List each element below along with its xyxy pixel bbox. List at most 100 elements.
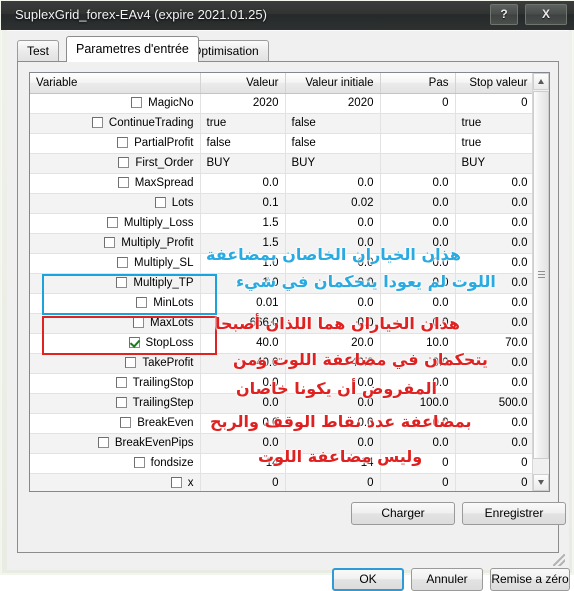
step-cell[interactable]: 0.0: [380, 413, 456, 434]
variable-name-cell[interactable]: MinLots: [30, 293, 201, 314]
value-cell[interactable]: 2020: [200, 93, 286, 114]
initial-value-cell[interactable]: 14: [285, 453, 381, 474]
initial-value-cell[interactable]: false: [285, 133, 381, 154]
stop-value-cell[interactable]: true: [455, 113, 534, 134]
initial-value-cell[interactable]: 20.0: [285, 333, 381, 354]
checkbox-unchecked-icon[interactable]: [136, 297, 148, 308]
step-cell[interactable]: [380, 113, 456, 134]
remise-a-zero-button[interactable]: Remise a zéro: [490, 568, 570, 591]
column-header-stop-valeur[interactable]: Stop valeur: [455, 73, 534, 94]
initial-value-cell[interactable]: 40.0: [285, 353, 381, 374]
stop-value-cell[interactable]: 0.0: [455, 253, 534, 274]
checkbox-unchecked-icon[interactable]: [97, 437, 109, 448]
stop-value-cell[interactable]: 0.0: [455, 273, 534, 294]
variable-name-cell[interactable]: ContinueTrading: [30, 113, 201, 134]
initial-value-cell[interactable]: 2020: [285, 93, 381, 114]
step-cell[interactable]: 0.0: [380, 433, 456, 454]
stop-value-cell[interactable]: 70.0: [455, 333, 534, 354]
variable-name-cell[interactable]: MaxLots: [30, 313, 201, 334]
initial-value-cell[interactable]: 0: [285, 473, 381, 491]
grid-vertical-scrollbar[interactable]: [532, 73, 549, 491]
checkbox-unchecked-icon[interactable]: [106, 217, 118, 228]
table-row[interactable]: BreakEvenPips 0.0 0.0 0.0 0.0: [30, 433, 534, 454]
table-row[interactable]: x0000: [30, 473, 534, 491]
checkbox-unchecked-icon[interactable]: [133, 317, 145, 328]
checkbox-unchecked-icon[interactable]: [117, 177, 129, 188]
table-row[interactable]: TrailingStop 0.0 0.0 0.0 0.0: [30, 373, 534, 394]
table-row[interactable]: Lots 0.1 0.02 0.0 0.0: [30, 193, 534, 214]
initial-value-cell[interactable]: 0.0: [285, 393, 381, 414]
checkbox-unchecked-icon[interactable]: [117, 137, 129, 148]
value-cell[interactable]: 40.0: [200, 333, 286, 354]
checkbox-unchecked-icon[interactable]: [154, 197, 166, 208]
step-cell[interactable]: 0.0: [380, 373, 456, 394]
checkbox-unchecked-icon[interactable]: [91, 117, 103, 128]
table-row[interactable]: First_Order BUY BUY BUY: [30, 153, 534, 174]
stop-value-cell[interactable]: 0: [455, 93, 534, 114]
table-row[interactable]: PartialProfit false false true: [30, 133, 534, 154]
table-row[interactable]: MagicNo 2020 2020 0 0: [30, 93, 534, 114]
checkbox-unchecked-icon[interactable]: [115, 397, 127, 408]
stop-value-cell[interactable]: 0: [455, 453, 534, 474]
initial-value-cell[interactable]: 0.0: [285, 213, 381, 234]
table-row[interactable]: BreakEven 0.0 0.0 0.0 0.0: [30, 413, 534, 434]
checkbox-unchecked-icon[interactable]: [117, 257, 129, 268]
value-cell[interactable]: false: [200, 133, 286, 154]
initial-value-cell[interactable]: 0.0: [285, 413, 381, 434]
variable-name-cell[interactable]: Multiply_TP: [30, 273, 201, 294]
variable-name-cell[interactable]: Multiply_SL: [30, 253, 201, 274]
step-cell[interactable]: 0: [380, 473, 456, 491]
initial-value-cell[interactable]: 0.0: [285, 273, 381, 294]
table-row[interactable]: MaxLots 666.0 0.0 0.0 0.0: [30, 313, 534, 334]
stop-value-cell[interactable]: 0.0: [455, 413, 534, 434]
ok-button[interactable]: OK: [332, 568, 404, 591]
table-row[interactable]: Multiply_Profit 1.5 0.0 0.0 0.0: [30, 233, 534, 254]
scroll-down-arrow-icon[interactable]: [533, 474, 549, 491]
variable-name-cell[interactable]: Lots: [30, 193, 201, 214]
value-cell[interactable]: 0.0: [200, 433, 286, 454]
initial-value-cell[interactable]: 0.0: [285, 433, 381, 454]
checkbox-unchecked-icon[interactable]: [116, 277, 128, 288]
variable-name-cell[interactable]: First_Order: [30, 153, 201, 174]
table-row[interactable]: ContinueTrading true false true: [30, 113, 534, 134]
initial-value-cell[interactable]: 0.0: [285, 233, 381, 254]
step-cell[interactable]: 0.0: [380, 213, 456, 234]
help-button[interactable]: ?: [490, 4, 518, 25]
stop-value-cell[interactable]: 0.0: [455, 293, 534, 314]
step-cell[interactable]: [380, 133, 456, 154]
variable-name-cell[interactable]: x: [30, 473, 201, 491]
stop-value-cell[interactable]: 0.0: [455, 373, 534, 394]
checkbox-unchecked-icon[interactable]: [120, 417, 132, 428]
enregistrer-button[interactable]: Enregistrer: [462, 502, 566, 525]
stop-value-cell[interactable]: 0.0: [455, 193, 534, 214]
step-cell[interactable]: 0: [380, 453, 456, 474]
checkbox-unchecked-icon[interactable]: [118, 157, 130, 168]
variable-name-cell[interactable]: PartialProfit: [30, 133, 201, 154]
initial-value-cell[interactable]: 0.0: [285, 173, 381, 194]
stop-value-cell[interactable]: 0.0: [455, 233, 534, 254]
step-cell[interactable]: 0.0: [380, 193, 456, 214]
table-row[interactable]: fondsize 14 14 0 0: [30, 453, 534, 474]
table-row[interactable]: Multiply_TP 1.0 0.0 0.0 0.0: [30, 273, 534, 294]
checkbox-unchecked-icon[interactable]: [115, 377, 127, 388]
stop-value-cell[interactable]: 500.0: [455, 393, 534, 414]
initial-value-cell[interactable]: 0.0: [285, 253, 381, 274]
value-cell[interactable]: 1.5: [200, 213, 286, 234]
value-cell[interactable]: 0: [200, 473, 286, 491]
initial-value-cell[interactable]: BUY: [285, 153, 381, 174]
checkbox-unchecked-icon[interactable]: [131, 97, 143, 108]
checkbox-unchecked-icon[interactable]: [104, 237, 116, 248]
checkbox-unchecked-icon[interactable]: [133, 457, 145, 468]
scroll-up-arrow-icon[interactable]: [533, 73, 549, 90]
value-cell[interactable]: 0.01: [200, 293, 286, 314]
checkbox-unchecked-icon[interactable]: [170, 477, 182, 488]
tab-parametres-dentree[interactable]: Parametres d'entrée: [66, 36, 199, 62]
scrollbar-thumb[interactable]: [533, 91, 549, 459]
table-row[interactable]: Multiply_SL 1.0 0.0 0.0 0.0: [30, 253, 534, 274]
column-header-pas[interactable]: Pas: [380, 73, 456, 94]
variable-name-cell[interactable]: MagicNo: [30, 93, 201, 114]
variable-name-cell[interactable]: BreakEvenPips: [30, 433, 201, 454]
variable-name-cell[interactable]: TrailingStep: [30, 393, 201, 414]
value-cell[interactable]: 1.5: [200, 233, 286, 254]
variables-grid[interactable]: Variable Valeur Valeur initiale Pas Stop…: [29, 72, 550, 492]
